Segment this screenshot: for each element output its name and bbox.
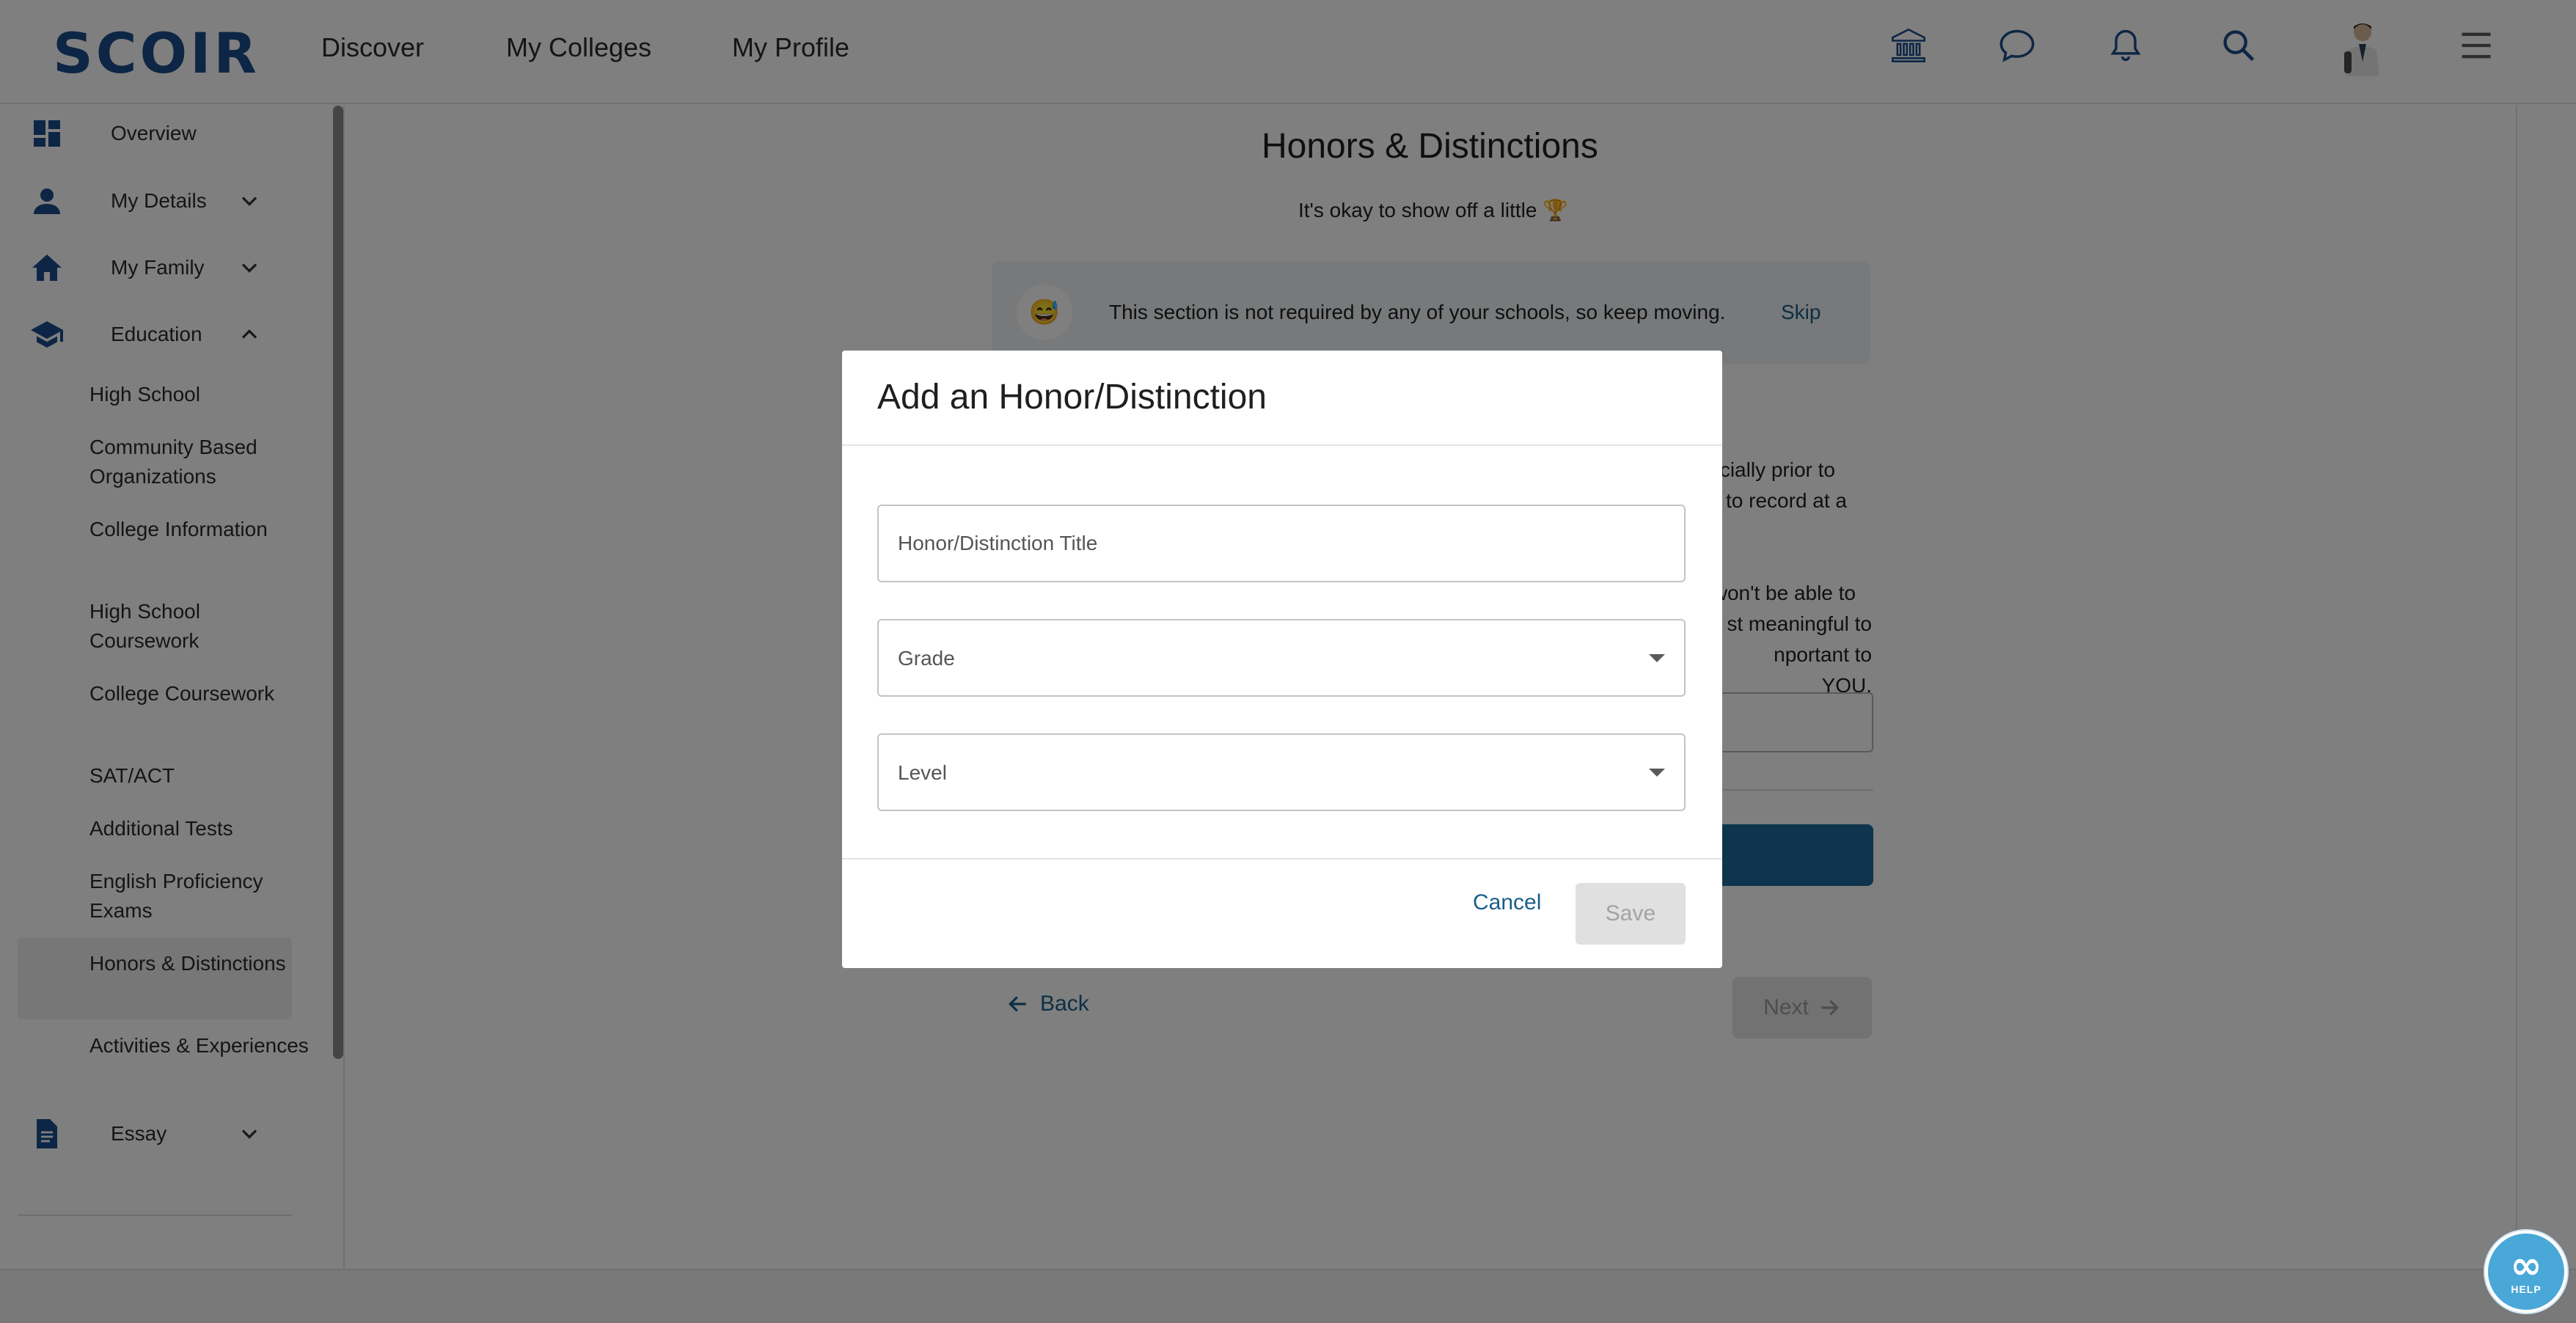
honor-title-input[interactable] [879, 506, 1684, 581]
save-button[interactable]: Save [1576, 883, 1686, 945]
grade-select-label: Grade [898, 647, 955, 670]
help-button[interactable]: ∞ HELP [2485, 1231, 2567, 1313]
honor-title-field[interactable] [877, 505, 1686, 582]
dialog-footer-divider [842, 858, 1722, 860]
dropdown-arrow-icon [1649, 654, 1665, 662]
dialog-divider [842, 444, 1722, 446]
dropdown-arrow-icon [1649, 769, 1665, 777]
dialog-title: Add an Honor/Distinction [877, 378, 1267, 417]
infinity-icon: ∞ [2510, 1244, 2542, 1288]
add-honor-dialog: Add an Honor/Distinction Grade Level Can… [842, 351, 1722, 968]
level-select-label: Level [898, 761, 947, 784]
help-label: HELP [2511, 1283, 2542, 1295]
grade-select[interactable]: Grade [877, 619, 1686, 697]
cancel-button[interactable]: Cancel [1473, 890, 1541, 915]
level-select[interactable]: Level [877, 733, 1686, 811]
